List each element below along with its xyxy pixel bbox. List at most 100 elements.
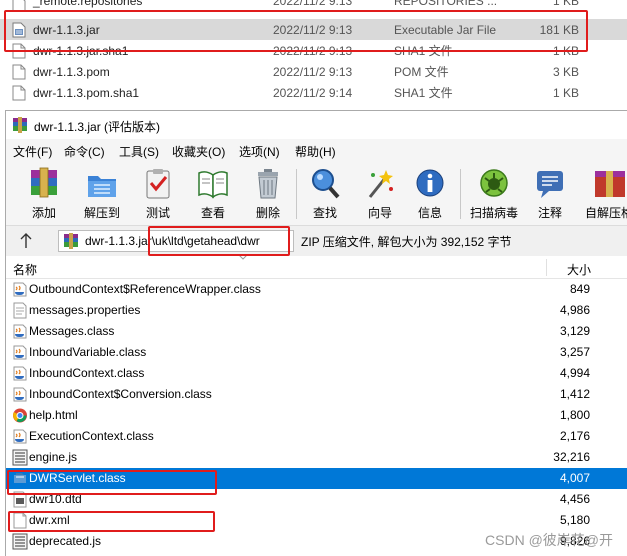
delete-button[interactable]: 删除: [243, 163, 293, 225]
java-class-icon: [13, 282, 27, 297]
extract-to-button[interactable]: 解压到: [77, 163, 127, 225]
winrar-app-icon: [13, 117, 27, 133]
file-row[interactable]: Messages.class 3,129: [6, 321, 627, 342]
archive-info: ZIP 压缩文件, 解包大小为 392,152 字节: [301, 235, 512, 249]
delete-label: 删除: [255, 206, 280, 220]
file-size: 1 KB: [552, 85, 579, 100]
file-icon: [12, 43, 26, 59]
info-icon: [416, 169, 444, 197]
java-class-icon: [14, 473, 26, 483]
menu-help[interactable]: 帮助(H): [295, 143, 336, 160]
file-size: 3 KB: [552, 64, 579, 79]
scan-virus-button[interactable]: 扫描病毒: [469, 163, 519, 225]
scan-virus-label: 扫描病毒: [469, 206, 518, 220]
file-date: 2022/11/2 9:13: [273, 22, 353, 37]
file-date: 2022/11/2 9:13: [273, 43, 353, 58]
file-name: dwr10.dtd: [29, 492, 82, 506]
sort-arrow-icon: [238, 254, 248, 260]
sfx-button[interactable]: 自解压格: [584, 163, 627, 225]
up-arrow-icon[interactable]: [18, 232, 34, 250]
file-size: 4,456: [559, 492, 590, 506]
menu-tools[interactable]: 工具(S): [119, 143, 159, 160]
address-bar: dwr-1.1.3.jar\uk\ltd\getahead\dwr ZIP 压缩…: [6, 225, 627, 255]
column-divider[interactable]: [546, 259, 547, 276]
comment-button[interactable]: 注释: [525, 163, 575, 225]
file-date: 2022/11/2 9:14: [273, 85, 353, 100]
column-header-size[interactable]: 大小: [567, 261, 591, 278]
toolbar-separator: [460, 169, 461, 219]
file-row[interactable]: InboundContext.class 4,994: [6, 363, 627, 384]
file-row[interactable]: InboundVariable.class 3,257: [6, 342, 627, 363]
path-field[interactable]: dwr-1.1.3.jar\uk\ltd\getahead\dwr: [58, 230, 294, 252]
find-button[interactable]: 查找: [300, 163, 350, 225]
test-button[interactable]: 测试: [133, 163, 183, 225]
file-name: InboundContext$Conversion.class: [29, 387, 212, 401]
menu-command[interactable]: 命令(C): [64, 143, 105, 160]
java-class-icon: [13, 366, 27, 381]
file-size: 5,180: [559, 513, 590, 527]
java-class-icon: [13, 324, 27, 339]
add-archive-icon: [31, 167, 57, 198]
file-name: help.html: [29, 408, 78, 422]
column-header-name[interactable]: 名称: [13, 261, 37, 278]
file-type: REPOSITORIES ...: [394, 0, 498, 8]
file-name: engine.js: [29, 450, 78, 464]
file-row[interactable]: help.html 1,800: [6, 405, 627, 426]
file-size: 849: [569, 282, 590, 296]
watermark: CSDN @彼岸花@开: [485, 532, 613, 548]
file-row-selected[interactable]: DWRServlet.class 4,007: [6, 468, 627, 489]
add-button[interactable]: 添加: [19, 163, 69, 225]
wizard-button[interactable]: 向导: [355, 163, 405, 225]
extract-to-label: 解压到: [83, 206, 120, 220]
file-row[interactable]: InboundContext$Conversion.class 1,412: [6, 384, 627, 405]
file-row[interactable]: dwr10.dtd 4,456: [6, 489, 627, 510]
file-row[interactable]: dwr.xml 5,180: [6, 510, 627, 531]
js-file-icon: [12, 449, 28, 466]
menu-favorites[interactable]: 收藏夹(O): [172, 143, 225, 160]
file-type: Executable Jar File: [394, 22, 497, 37]
file-icon: [12, 64, 26, 80]
explorer-row-selected[interactable]: dwr-1.1.3.jar 2022/11/2 9:13 Executable …: [0, 19, 627, 40]
file-size: 1 KB: [552, 43, 579, 58]
java-class-icon: [13, 345, 27, 360]
explorer-row[interactable]: dwr-1.1.3.pom 2022/11/2 9:13 POM 文件 3 KB: [0, 61, 627, 82]
file-size: 3,257: [559, 345, 590, 359]
view-button[interactable]: 查看: [188, 163, 238, 225]
explorer-row[interactable]: dwr-1.1.3.pom.sha1 2022/11/2 9:14 SHA1 文…: [0, 82, 627, 103]
file-name: dwr.xml: [29, 513, 70, 527]
file-row[interactable]: messages.properties 4,986: [6, 300, 627, 321]
title-bar[interactable]: dwr-1.1.3.jar (评估版本): [6, 111, 627, 139]
dtd-file-icon: [13, 491, 27, 508]
file-row[interactable]: engine.js 32,216: [6, 447, 627, 468]
file-size: 4,007: [559, 471, 590, 485]
extract-folder-icon: [88, 176, 116, 197]
list-header: 名称 大小: [6, 254, 627, 279]
file-size: 4,986: [559, 303, 590, 317]
file-type: SHA1 文件: [394, 44, 453, 58]
file-name: dwr-1.1.3.pom: [33, 64, 110, 79]
file-name: deprecated.js: [29, 534, 102, 548]
menu-file[interactable]: 文件(F): [13, 143, 52, 160]
menu-options[interactable]: 选项(N): [239, 143, 280, 160]
file-row[interactable]: ExecutionContext.class 2,176: [6, 426, 627, 447]
chrome-html-icon: [13, 408, 27, 423]
explorer-row[interactable]: dwr-1.1.3.jar.sha1 2022/11/2 9:13 SHA1 文…: [0, 40, 627, 61]
file-name: ExecutionContext.class: [29, 429, 154, 443]
file-icon: [12, 85, 26, 101]
file-icon: [12, 0, 26, 12]
file-row[interactable]: OutboundContext$ReferenceWrapper.class 84…: [6, 279, 627, 300]
menu-bar: 文件(F) 命令(C) 工具(S) 收藏夹(O) 选项(N) 帮助(H): [6, 139, 627, 163]
file-size: 1,800: [559, 408, 590, 422]
sfx-box-icon: [595, 171, 625, 197]
file-name: dwr-1.1.3.jar.sha1: [33, 43, 129, 58]
archive-icon: [64, 233, 78, 249]
info-button[interactable]: 信息: [405, 163, 455, 225]
explorer-row[interactable]: _remote.repositories 2022/11/2 9:13 REPO…: [0, 0, 627, 14]
file-name: dwr-1.1.3.pom.sha1: [33, 85, 140, 100]
archive-file-list: 名称 大小 OutboundContext$ReferenceWrapper.c…: [6, 254, 627, 556]
virus-scan-icon: [480, 169, 508, 197]
java-class-icon: [13, 387, 27, 402]
test-clipboard-icon: [146, 169, 170, 199]
comment-label: 注释: [537, 206, 562, 220]
text-file-icon: [13, 302, 27, 319]
